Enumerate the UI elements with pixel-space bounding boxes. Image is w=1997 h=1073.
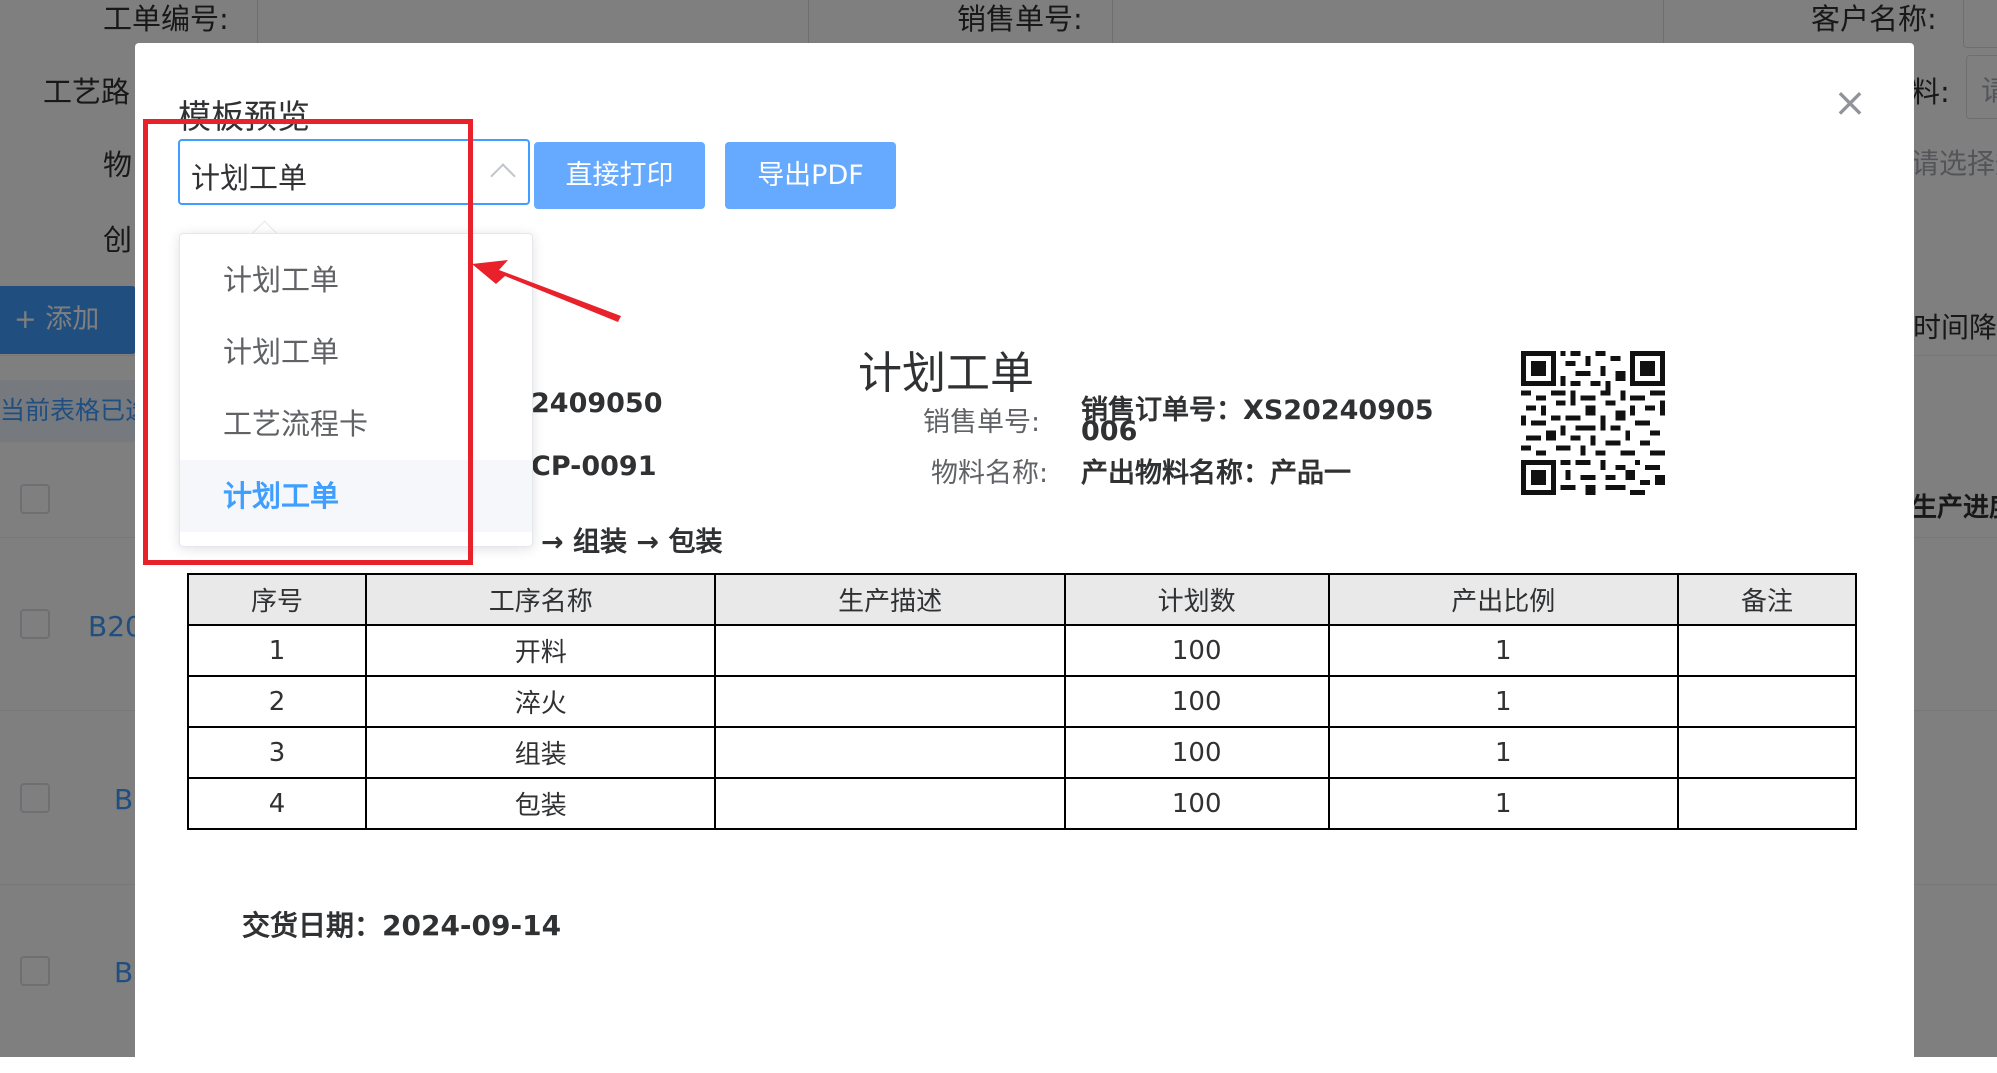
table-row: 4 包装 100 1 [186, 777, 1858, 830]
col-desc-header: 生产描述 [714, 573, 1066, 626]
sales-no-value-cont: 006 [1081, 416, 1138, 447]
close-icon[interactable]: × [1832, 83, 1868, 123]
cell-remark [1676, 726, 1858, 779]
col-process-header: 工序名称 [365, 573, 717, 626]
cell-process: 开料 [365, 624, 717, 677]
cell-plan: 100 [1063, 624, 1330, 677]
delivery-date: 交货日期：2024-09-14 [242, 909, 562, 942]
order-no-value: 2409050 [531, 388, 663, 419]
cell-desc [714, 777, 1066, 830]
table-row: 3 组装 100 1 [186, 726, 1858, 779]
col-plan-header: 计划数 [1063, 573, 1330, 626]
process-route: → 组装 → 包装 [541, 527, 723, 558]
table-row: 2 淬火 100 1 [186, 675, 1858, 728]
sales-no-label: 销售单号: [923, 407, 1041, 438]
chevron-up-icon [490, 163, 516, 189]
table-row: 1 开料 100 1 [186, 624, 1858, 677]
qr-code-icon [1521, 351, 1665, 495]
cell-remark [1676, 675, 1858, 728]
cell-process: 淬火 [365, 675, 717, 728]
annotation-box [143, 119, 473, 565]
cell-ratio: 1 [1327, 777, 1679, 830]
cell-seq: 2 [186, 675, 368, 728]
col-remark-header: 备注 [1676, 573, 1858, 626]
cell-plan: 100 [1063, 726, 1330, 779]
cell-ratio: 1 [1327, 675, 1679, 728]
preview-title: 计划工单 [858, 348, 1034, 399]
process-table: 序号 工序名称 生产描述 计划数 产出比例 备注 1 开料 100 1 2 淬火… [186, 573, 1858, 830]
table-header-row: 序号 工序名称 生产描述 计划数 产出比例 备注 [186, 573, 1858, 626]
cell-ratio: 1 [1327, 726, 1679, 779]
cell-desc [714, 675, 1066, 728]
print-button[interactable]: 直接打印 [534, 142, 705, 209]
product-code-value: CP-0091 [531, 451, 657, 482]
export-pdf-button[interactable]: 导出PDF [725, 142, 896, 209]
cell-desc [714, 624, 1066, 677]
cell-process: 组装 [365, 726, 717, 779]
cell-ratio: 1 [1327, 624, 1679, 677]
material-name-value: 产出物料名称：产品一 [1081, 458, 1351, 489]
cell-plan: 100 [1063, 675, 1330, 728]
cell-seq: 1 [186, 624, 368, 677]
col-ratio-header: 产出比例 [1327, 573, 1679, 626]
cell-seq: 4 [186, 777, 368, 830]
cell-desc [714, 726, 1066, 779]
cell-remark [1676, 777, 1858, 830]
col-seq-header: 序号 [186, 573, 368, 626]
cell-plan: 100 [1063, 777, 1330, 830]
cell-remark [1676, 624, 1858, 677]
cell-process: 包装 [365, 777, 717, 830]
cell-seq: 3 [186, 726, 368, 779]
material-name-label: 物料名称: [931, 458, 1049, 489]
